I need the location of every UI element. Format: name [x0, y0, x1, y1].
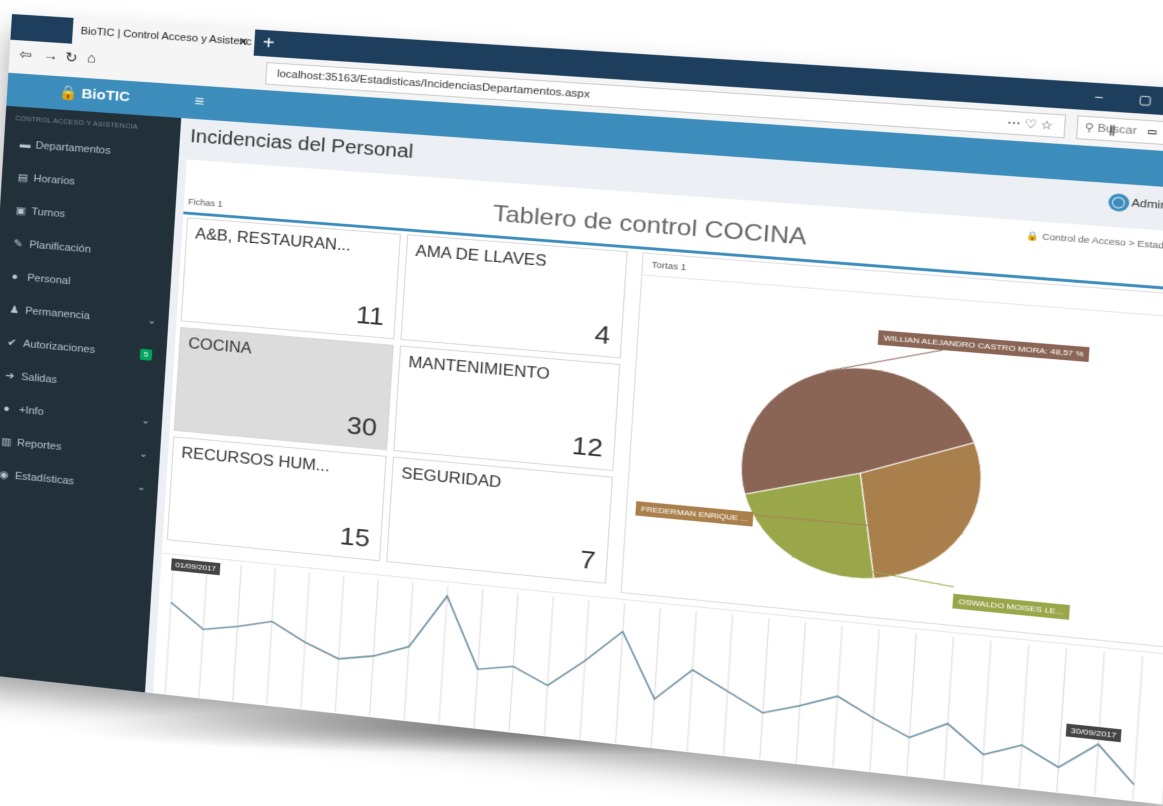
chevron-down-icon: ⌄ — [136, 471, 147, 505]
department-tile[interactable]: SEGURIDAD 7 — [386, 457, 613, 584]
department-tile[interactable]: RECURSOS HUM... 15 — [167, 436, 387, 561]
check-icon: ✔ — [6, 326, 24, 360]
grid-line — [544, 597, 553, 736]
brand-name: BioTIC — [81, 86, 130, 105]
pie-header-label: Tortas 1 — [651, 260, 686, 272]
grid-line — [1019, 645, 1029, 788]
sidebar-item-label: Autorizaciones — [23, 339, 95, 356]
calendar-check-icon: ▣ — [15, 194, 33, 228]
sidebar-item-label: Estadísticas — [15, 471, 75, 488]
tile-value: 12 — [571, 431, 604, 463]
grid-line — [615, 604, 624, 743]
sidebar-item-label: Salidas — [21, 372, 57, 386]
lock-icon: 🔒 — [58, 85, 82, 102]
forward-icon[interactable]: → — [43, 47, 59, 64]
tile-value: 4 — [594, 320, 611, 351]
edit-icon: ✎ — [13, 227, 31, 261]
grid-line — [760, 618, 769, 759]
grid-line — [267, 569, 276, 705]
grid-line — [981, 641, 991, 784]
tile-value: 15 — [339, 522, 371, 554]
tile-name: MANTENIMIENTO — [408, 355, 550, 384]
tile-value: 30 — [346, 411, 378, 443]
grid-line — [370, 579, 379, 716]
grid-line — [1057, 648, 1067, 791]
url-actions-icons[interactable]: ⋯ ♡ ☆ — [1006, 112, 1053, 137]
grid-line — [796, 622, 805, 763]
grid-line — [723, 615, 732, 755]
sidebar-item-label: Planificación — [29, 239, 91, 255]
sidebar-item-label: Personal — [27, 272, 71, 287]
grid-line — [439, 586, 448, 724]
sidebar-item-label: Turnos — [31, 206, 65, 220]
tile-name: SEGURIDAD — [401, 466, 502, 492]
page-title: Incidencias del Personal — [190, 126, 414, 163]
dashboard-panel: 🔒 Control de Acceso > Estadísticas Table… — [153, 159, 1163, 805]
count-badge: 5 — [140, 349, 153, 361]
home-icon[interactable]: ⌂ — [87, 50, 97, 66]
sidebar-item-label: Reportes — [17, 438, 62, 453]
folder-icon: ▬ — [19, 128, 37, 162]
chevron-down-icon: ⌄ — [147, 305, 158, 339]
grid-line — [687, 611, 696, 751]
arrow-right-icon: ➔ — [4, 359, 22, 393]
main-content: Incidencias del Personal ◯ Admin ⚙ 🔒 Con… — [145, 118, 1163, 806]
user-name: Admin — [1131, 197, 1163, 211]
hamburger-menu-icon[interactable]: ≡ — [193, 85, 205, 119]
reload-icon[interactable]: ↻ — [65, 49, 79, 66]
new-tab-button[interactable]: + — [262, 30, 276, 57]
tile-name: A&B, RESTAURAN... — [195, 226, 352, 255]
sidebar-menu: ▬ Departamentos ▤ Horarios ▣ Turnos ✎ Planifica… — [0, 127, 180, 507]
grid-line — [1133, 656, 1143, 800]
user-avatar-icon: ◯ — [1107, 193, 1129, 212]
tile-value: 11 — [355, 300, 385, 331]
grid-line — [233, 565, 242, 701]
calendar-icon: ▤ — [17, 161, 35, 195]
department-tiles: A&B, RESTAURAN... 11 AMA DE LLAVES 4 COCINA 3… — [162, 217, 634, 592]
grid-line — [165, 558, 174, 693]
sidebar-item-label: Horarios — [33, 173, 75, 187]
tile-name: AMA DE LLAVES — [415, 243, 547, 270]
info-icon: ● — [2, 392, 20, 426]
grid-line — [870, 629, 879, 771]
tile-name: RECURSOS HUM... — [181, 445, 330, 476]
grid-line — [509, 593, 518, 731]
user-menu[interactable]: ◯ Admin ⚙ — [1107, 193, 1163, 217]
grid-line — [474, 590, 483, 728]
tab-title: BioTIC | Control Acceso y Asistenc — [80, 26, 252, 48]
grid-line — [335, 576, 344, 713]
browser-window: BioTIC | Control Acceso y Asistenc ✕ + –… — [0, 14, 1163, 806]
chevron-down-icon: ⌄ — [140, 405, 151, 439]
chart-icon: ◉ — [0, 458, 16, 492]
grid-line — [404, 583, 413, 720]
search-icon: ⚲ — [1084, 122, 1098, 135]
sidebar-item-label: +Info — [19, 405, 44, 418]
pie-panel: Tortas 1 ⎘ WILLIAN ALEJANDRO CASTRO MORA… — [621, 252, 1163, 647]
tile-name: COCINA — [188, 336, 252, 358]
user-icon: ● — [10, 260, 28, 294]
department-tile[interactable]: AMA DE LLAVES 4 — [400, 234, 627, 358]
tile-value: 7 — [579, 545, 596, 576]
sidebar-item-label: Permanencia — [25, 306, 90, 322]
grid-line — [651, 607, 660, 747]
sidebar-item-label: Departamentos — [35, 140, 111, 157]
grid-line — [580, 600, 589, 739]
department-tile[interactable]: A&B, RESTAURAN... 11 — [181, 217, 401, 339]
department-tile[interactable]: MANTENIMIENTO 12 — [393, 345, 620, 471]
close-tab-icon[interactable]: ✕ — [237, 28, 249, 55]
grid-line — [1095, 652, 1105, 796]
bar-chart-icon: ▥ — [0, 425, 18, 459]
chevron-down-icon: ⌄ — [138, 438, 149, 472]
department-tile[interactable]: COCINA 30 — [174, 327, 394, 450]
back-icon[interactable]: ⇦ — [19, 46, 32, 63]
users-icon: ♟ — [8, 293, 26, 327]
grid-line — [944, 637, 953, 779]
fichas-label: Fichas 1 — [188, 197, 223, 209]
grid-line — [907, 633, 916, 775]
breadcrumb[interactable]: 🔒 Control de Acceso > Estadísticas — [1026, 231, 1163, 254]
